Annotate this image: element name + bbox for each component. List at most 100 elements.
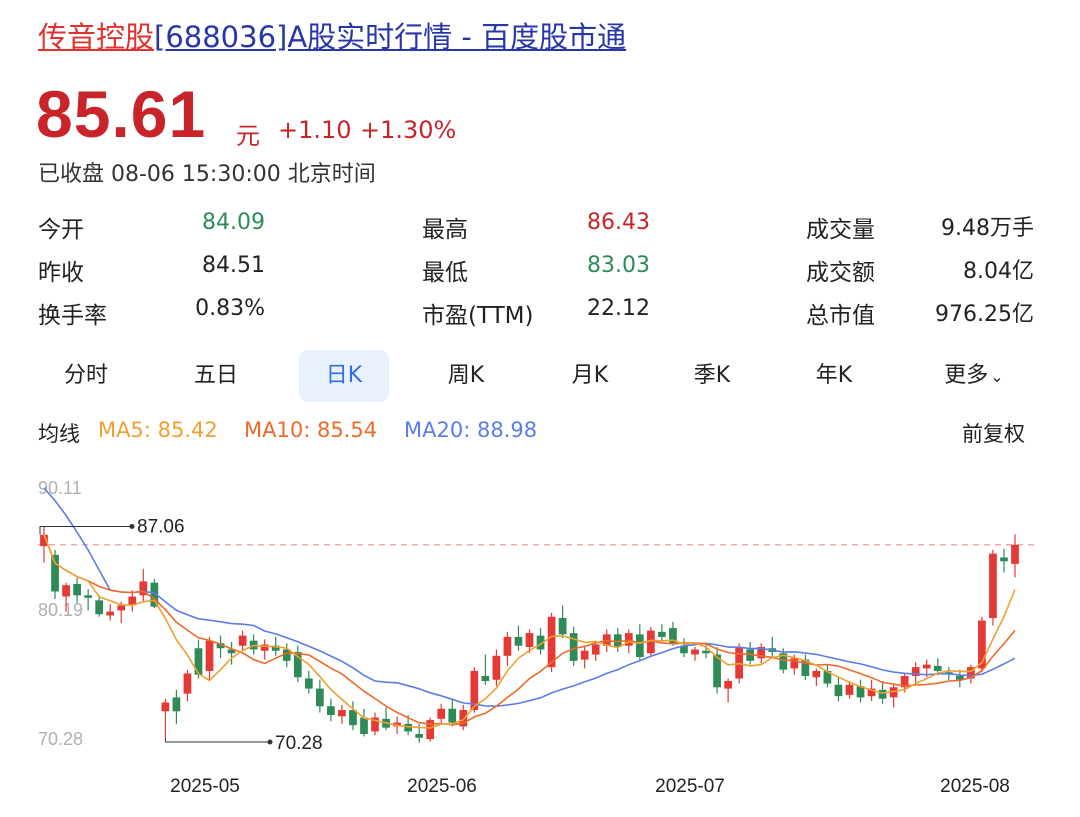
candle-body: [922, 664, 931, 669]
candle-body: [724, 681, 732, 689]
y-tick-mid: 80.19: [38, 600, 83, 620]
tab-yearly-k[interactable]: 年K: [792, 350, 876, 402]
candle-body: [812, 670, 821, 678]
stat-value-market-cap: 976.25亿: [935, 302, 1034, 327]
stat-label-volume: 成交量: [806, 217, 875, 243]
ma10-value: MA10: 85.54: [244, 418, 378, 442]
price-unit: 元: [236, 122, 260, 150]
candle-body: [1000, 557, 1008, 562]
stat-label-high: 最高: [422, 217, 468, 243]
candle-body: [525, 633, 534, 647]
candle-body: [426, 720, 435, 740]
candle-body: [315, 688, 324, 707]
ma20-value: MA20: 88.98: [404, 418, 538, 442]
stat-value-volume: 9.48万手: [941, 216, 1034, 241]
candle-body: [349, 710, 357, 726]
candle-body: [172, 697, 181, 712]
candle-body: [304, 678, 313, 689]
tab-more[interactable]: 更多 ⌄: [928, 350, 1020, 402]
page-title-link[interactable]: [688036]A股实时行情 - 百度股市通: [154, 20, 626, 54]
candle-body: [51, 554, 59, 592]
stock-name-link[interactable]: 传音控股: [38, 20, 154, 54]
stat-value-turnover-rate: 0.83%: [195, 296, 265, 321]
x-tick-july: 2025-07: [655, 776, 725, 797]
candle-body: [834, 684, 843, 697]
candlestick-chart: 90.11 80.19 70.28 87.0670.28 2025-05 202…: [38, 478, 1034, 797]
candle-body: [238, 635, 247, 646]
low-marker-line: [164, 738, 268, 743]
tab-more-label: 更多: [944, 363, 989, 388]
candle-body: [591, 644, 600, 655]
x-tick-june: 2025-06: [407, 776, 477, 797]
tab-intraday[interactable]: 分时: [44, 350, 128, 402]
candle-body: [338, 710, 346, 717]
ma-label: 均线: [38, 422, 80, 446]
candle-body: [117, 605, 126, 611]
candle-body: [327, 706, 335, 716]
candle-body: [205, 640, 214, 671]
stat-label-turnover-rate: 换手率: [38, 303, 107, 329]
candle-body: [84, 595, 92, 598]
stat-label-market-cap: 总市值: [806, 303, 875, 329]
y-tick-bottom: 70.28: [38, 729, 83, 749]
stat-value-open: 84.09: [202, 210, 265, 235]
tab-daily-k[interactable]: 日K: [299, 350, 389, 402]
page-title: 传音控股[688036]A股实时行情 - 百度股市通: [38, 14, 626, 56]
candle-body: [481, 675, 490, 682]
candle-body: [845, 684, 854, 695]
current-price: 85.61: [36, 77, 207, 151]
stat-label-prev-close: 昨收: [38, 260, 84, 286]
candle-body: [569, 633, 578, 661]
candle-body: [691, 649, 699, 655]
candle-body: [183, 673, 192, 694]
candle-body: [73, 583, 81, 596]
tab-quarterly-k[interactable]: 季K: [670, 350, 754, 402]
candle-body: [1011, 544, 1019, 564]
stat-value-pe-ttm: 22.12: [587, 296, 650, 321]
stat-label-amount: 成交额: [806, 260, 875, 286]
candle-body: [933, 665, 942, 671]
candle-body: [580, 650, 589, 660]
candle-body: [415, 733, 424, 738]
chevron-down-icon: ⌄: [990, 367, 1004, 386]
candle-body: [437, 708, 446, 719]
candle-body: [989, 553, 997, 618]
tab-monthly-k[interactable]: 月K: [548, 350, 632, 402]
candle-body: [448, 708, 457, 723]
candle-body: [735, 646, 744, 679]
candle-body: [658, 631, 666, 637]
stat-value-low: 83.03: [587, 253, 650, 278]
candle-body: [106, 611, 115, 616]
candle-body: [62, 585, 70, 597]
price-change: +1.10: [278, 116, 352, 144]
high-annotation: 87.06: [137, 516, 185, 537]
ma5-value: MA5: 85.42: [98, 418, 218, 442]
low-annotation: 70.28: [275, 733, 323, 754]
candle-body: [635, 634, 644, 658]
x-tick-may: 2025-05: [170, 776, 240, 797]
stat-label-open: 今开: [38, 217, 84, 243]
candle-body: [558, 617, 567, 635]
high-marker-line: [39, 525, 130, 535]
candle-body: [492, 655, 501, 680]
adjust-mode-button[interactable]: 前复权: [962, 418, 1025, 448]
low-marker-dot: [267, 739, 273, 745]
candle-body: [503, 636, 512, 656]
candle-body: [702, 650, 710, 654]
stat-value-amount: 8.04亿: [963, 259, 1034, 284]
candle-body: [194, 648, 203, 675]
stat-value-high: 86.43: [587, 210, 650, 235]
tab-weekly-k[interactable]: 周K: [424, 350, 508, 402]
candle-body: [878, 689, 887, 699]
high-marker-dot: [129, 523, 135, 529]
candle-body: [514, 636, 523, 646]
tab-five-day[interactable]: 五日: [174, 350, 258, 402]
stat-label-pe-ttm: 市盈(TTM): [422, 303, 534, 329]
candle-body: [360, 717, 368, 734]
x-tick-august: 2025-08: [940, 776, 1010, 797]
price-change-percent: +1.30%: [360, 116, 457, 144]
market-status: 已收盘 08-06 15:30:00 北京时间: [38, 162, 376, 187]
candle-body: [95, 600, 104, 615]
stat-value-prev-close: 84.51: [202, 253, 265, 278]
candle-body: [161, 702, 170, 712]
